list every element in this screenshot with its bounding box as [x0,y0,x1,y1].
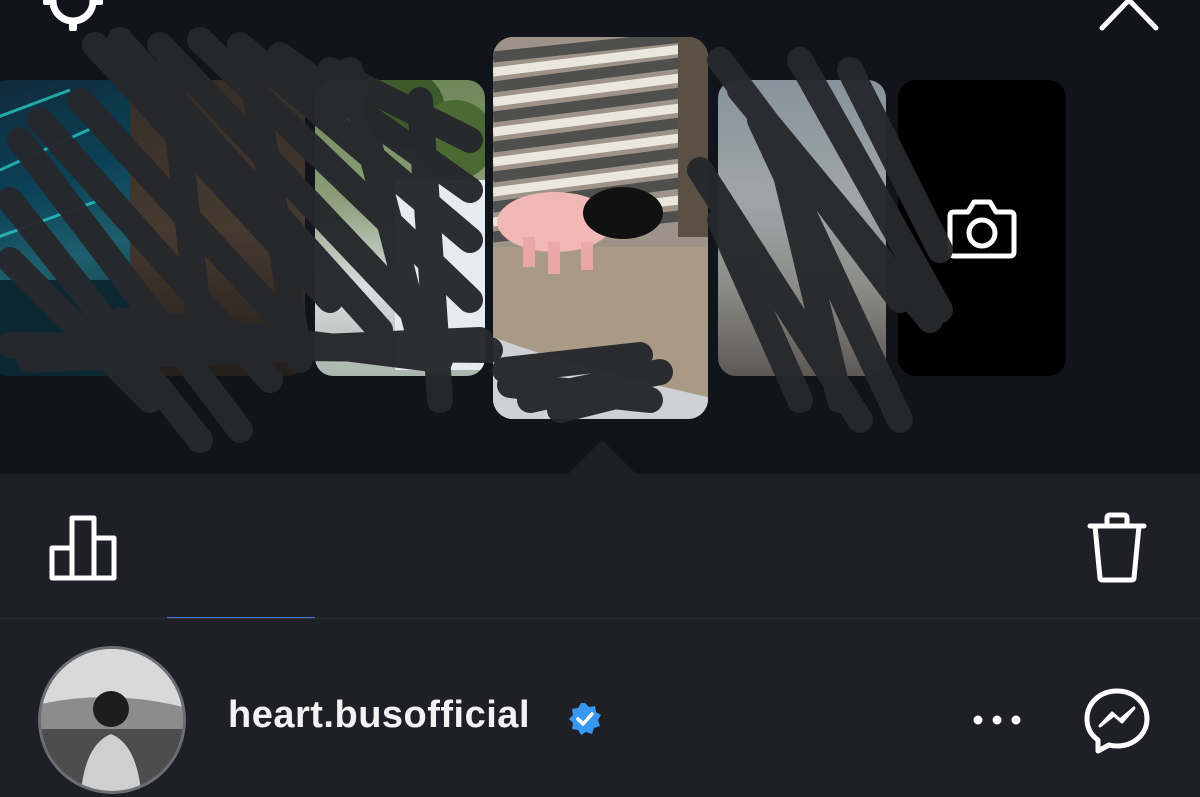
gear-icon[interactable] [38,0,108,36]
messenger-icon[interactable] [1082,686,1152,756]
story-thumbnail-1[interactable] [0,80,130,376]
trash-icon[interactable] [1082,510,1152,584]
more-icon[interactable] [968,702,1026,738]
selected-pointer [566,440,638,476]
camera-icon [944,190,1020,266]
username[interactable]: heart.busofficial [228,694,530,737]
bar-chart-icon[interactable] [48,512,120,584]
verified-badge-icon [568,702,602,736]
story-thumbnail-4[interactable] [493,37,708,419]
story-thumbnail-5[interactable] [718,80,886,376]
close-icon[interactable] [1096,0,1162,36]
add-story-camera[interactable] [898,80,1066,376]
avatar[interactable] [38,646,186,794]
story-thumbnail-2[interactable] [130,80,305,376]
divider [0,618,1200,619]
story-thumbnail-3[interactable] [315,80,485,376]
